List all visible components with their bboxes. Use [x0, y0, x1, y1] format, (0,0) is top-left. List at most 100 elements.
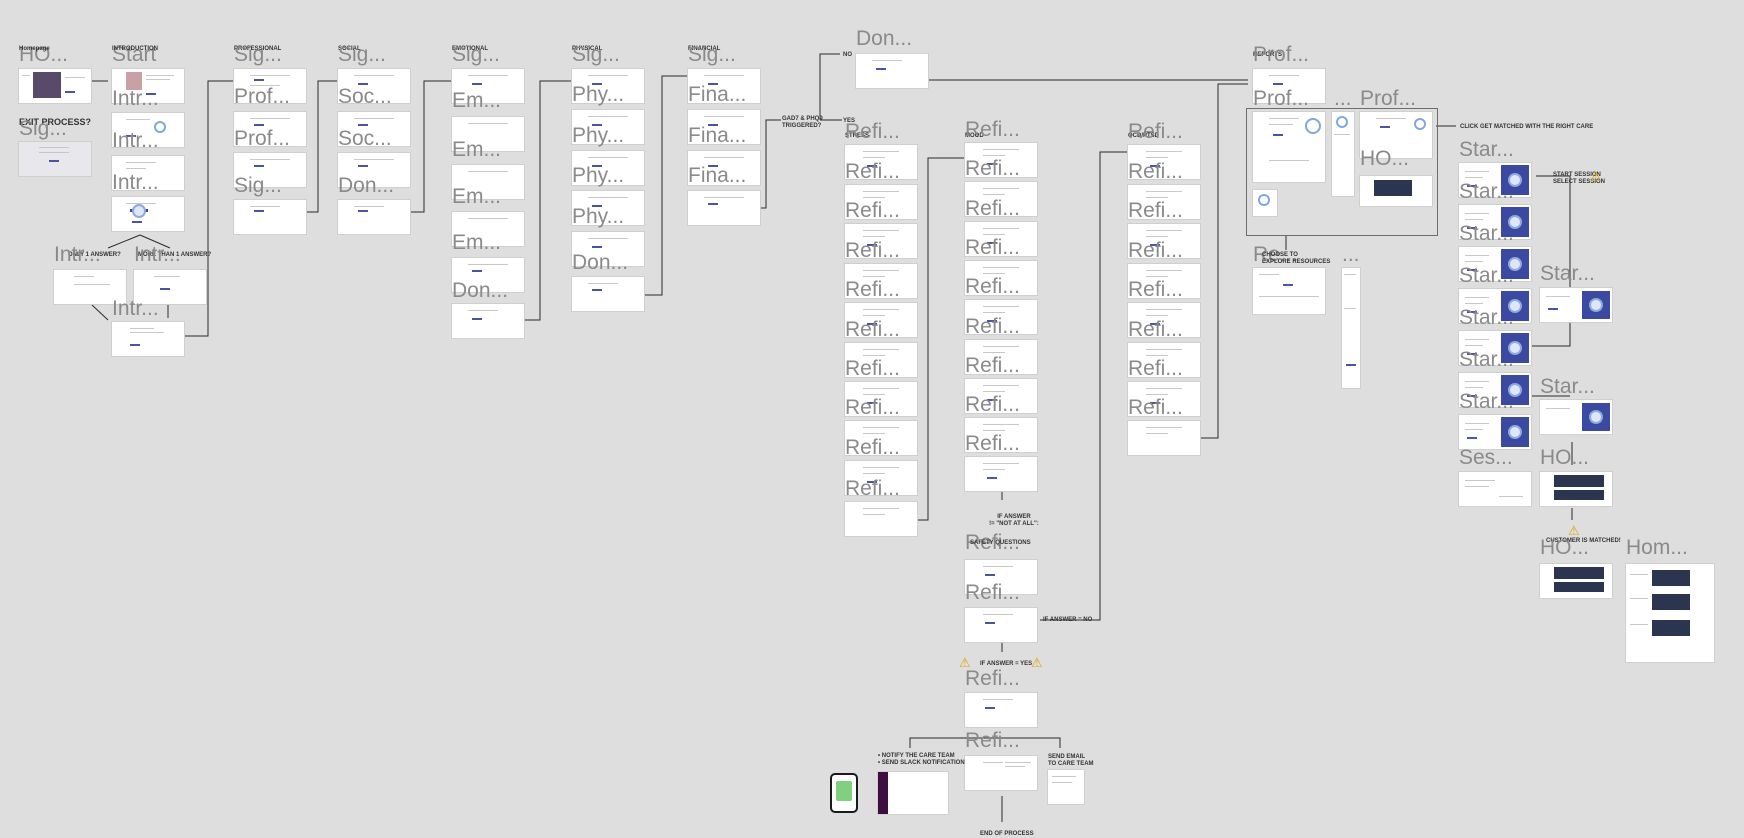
- start-session-title-2: Star...: [1459, 180, 1514, 203]
- frame-title-dots-1: ...: [1334, 87, 1352, 110]
- matched-home-screen[interactable]: [1540, 564, 1612, 598]
- mood-title-6: Refi...: [965, 315, 1020, 338]
- frame-title-ho-session: HO...: [1540, 446, 1590, 469]
- mood-title-8: Refi...: [965, 393, 1020, 416]
- frame-title-fina-2: Fina...: [688, 124, 747, 147]
- session-screen[interactable]: [1459, 472, 1531, 506]
- frame-title-phy-3: Phy...: [572, 164, 625, 187]
- final-home-screen[interactable]: [1626, 564, 1714, 662]
- ocd-title-1: Refi...: [1128, 120, 1183, 143]
- frame-title-soc-1: Soc...: [338, 85, 392, 108]
- resources-mobile-screen[interactable]: [1342, 268, 1360, 388]
- frame-title-prof-report-3: Prof...: [1360, 87, 1417, 110]
- frame-title-sig-em: Sig...: [452, 43, 500, 66]
- action-label-notify-care-team: • NOTIFY THE CARE TEAM • SEND SLACK NOTI…: [878, 753, 965, 766]
- flow-canvas[interactable]: HO... Homepage EXIT PROCESS? Sig... Star…: [0, 0, 1744, 838]
- safety-yes-screen[interactable]: [965, 693, 1037, 727]
- section-label-safety-questions: SAFETY QUESTIONS: [970, 540, 1031, 546]
- intro-screen-final[interactable]: [112, 322, 184, 356]
- report-widget-screen[interactable]: [1253, 190, 1277, 216]
- start-session-title-7: Star...: [1459, 390, 1514, 413]
- frame-title-sig-fin: Sig...: [688, 43, 736, 66]
- stress-title-1: Refi...: [845, 120, 900, 143]
- stress-title-2: Refi...: [845, 160, 900, 183]
- mood-title-2: Refi...: [965, 157, 1020, 180]
- stress-title-8: Refi...: [845, 396, 900, 419]
- frame-title-hom: Hom...: [1626, 536, 1688, 559]
- ocd-title-6: Refi...: [1128, 318, 1183, 341]
- frame-title-em-1: Em...: [452, 89, 502, 112]
- mood-screen-9[interactable]: [965, 457, 1037, 491]
- report-detail-screen[interactable]: [1253, 112, 1325, 182]
- condition-label-not-at-all: IF ANSWER != "NOT AT ALL":: [989, 514, 1039, 527]
- report-mobile-screen[interactable]: [1332, 112, 1354, 196]
- start-session-title-1: Star...: [1459, 138, 1514, 161]
- mood-title-5: Refi...: [965, 275, 1020, 298]
- start-session-title-3: Star...: [1459, 222, 1514, 245]
- financial-screen-4[interactable]: [688, 191, 760, 225]
- emotional-done-screen[interactable]: [452, 304, 524, 338]
- resources-screen[interactable]: [1253, 268, 1325, 314]
- frame-title-don-phy: Don...: [572, 251, 629, 274]
- frame-title-sig-prof: Sig...: [234, 43, 282, 66]
- mobile-notification-icon: [830, 773, 858, 813]
- end-of-process-label: END OF PROCESS: [980, 831, 1034, 837]
- stress-title-10: Refi...: [845, 477, 900, 500]
- branch-label-no: NO: [843, 52, 852, 58]
- frame-title-sig-soc: Sig...: [338, 43, 386, 66]
- session-home-screen[interactable]: [1540, 472, 1612, 506]
- intro-screen-3[interactable]: [112, 197, 184, 231]
- stress-title-4: Refi...: [845, 239, 900, 262]
- physical-done-screen[interactable]: [572, 277, 644, 311]
- frame-title-phy-2: Phy...: [572, 124, 625, 147]
- warning-icon: ⚠: [1590, 169, 1602, 184]
- frame-title-fina-3: Fina...: [688, 164, 747, 187]
- session-select-screen-1[interactable]: [1540, 288, 1612, 322]
- homepage-screen[interactable]: [19, 69, 91, 103]
- professional-screen-4[interactable]: [234, 200, 306, 234]
- frame-title-prof-report-2: Prof...: [1253, 87, 1310, 110]
- exit-process-screen[interactable]: [19, 142, 91, 176]
- frame-title-don-em: Don...: [452, 279, 509, 302]
- frame-title-intr-1: Intr...: [112, 87, 159, 110]
- action-label-send-email: SEND EMAIL TO CARE TEAM: [1048, 754, 1094, 767]
- frame-title-intr-5: Intr...: [134, 243, 181, 266]
- ocd-title-8: Refi...: [1128, 396, 1183, 419]
- ocd-title-5: Refi...: [1128, 278, 1183, 301]
- frame-title-em-3: Em...: [452, 185, 502, 208]
- safety-end-screen[interactable]: [965, 756, 1037, 790]
- start-session-screen-7[interactable]: [1459, 415, 1531, 449]
- frame-title-sig-phy: Sig...: [572, 43, 620, 66]
- email-screen: [1048, 770, 1084, 804]
- warning-icon: ⚠: [1031, 655, 1043, 670]
- stress-screen-10[interactable]: [845, 502, 917, 536]
- mood-title-1: Refi...: [965, 118, 1020, 141]
- mood-title-3: Refi...: [965, 197, 1020, 220]
- mood-title-4: Refi...: [965, 236, 1020, 259]
- no-trigger-done-screen[interactable]: [856, 54, 928, 88]
- mood-title-7: Refi...: [965, 354, 1020, 377]
- ocd-screen-8[interactable]: [1128, 421, 1200, 455]
- social-done-screen[interactable]: [338, 200, 410, 234]
- frame-title-prof-2: Prof...: [234, 127, 291, 150]
- frame-title-phy-4: Phy...: [572, 205, 625, 228]
- frame-title-em-4: Em...: [452, 231, 502, 254]
- ocd-title-2: Refi...: [1128, 160, 1183, 183]
- frame-title-don-no: Don...: [856, 27, 913, 50]
- frame-title-em-2: Em...: [452, 138, 502, 161]
- safety-question-screen-2[interactable]: [965, 608, 1037, 642]
- frame-title-prof-reports: Prof...: [1253, 43, 1310, 66]
- ocd-title-4: Refi...: [1128, 239, 1183, 262]
- session-select-screen-2[interactable]: [1540, 400, 1612, 434]
- condition-label-answer-no: IF ANSWER = NO: [1043, 617, 1093, 623]
- ocd-title-3: Refi...: [1128, 199, 1183, 222]
- decision-label-gad-phq: GAD7 & PHQ9 TRIGGERED?: [782, 116, 823, 129]
- frame-title-sig-prof-2: Sig...: [234, 174, 282, 197]
- slack-notification-screen: [878, 772, 948, 814]
- frame-title-star-side-2: Star...: [1540, 375, 1595, 398]
- report-home-screen[interactable]: [1360, 176, 1432, 206]
- frame-title-sig: Sig...: [19, 117, 67, 140]
- frame-title-refi-end: Refi...: [965, 729, 1020, 752]
- start-session-title-6: Star...: [1459, 348, 1514, 371]
- start-session-title-5: Star...: [1459, 306, 1514, 329]
